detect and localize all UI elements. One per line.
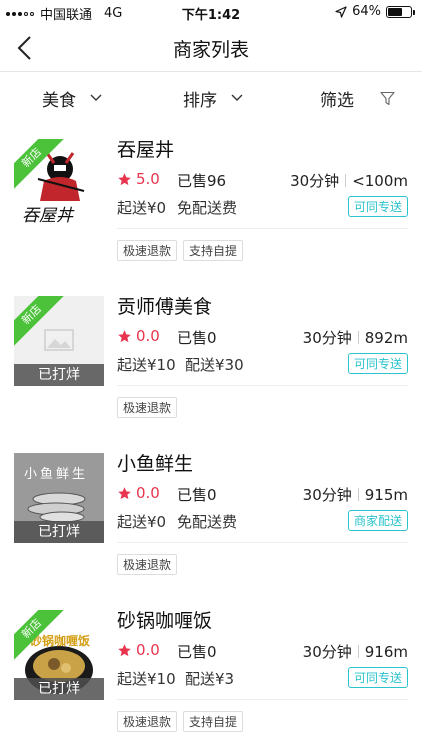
star-icon xyxy=(118,330,131,343)
shop-logo-text: 小鱼鲜生 xyxy=(24,467,89,482)
shop-card[interactable]: 新店 已打烊 贡师傅美食 0.0 已售0 30分钟 892m 起送¥10 配送¥… xyxy=(0,281,422,438)
closed-label: 已打烊 xyxy=(14,364,104,386)
closed-label: 已打烊 xyxy=(14,678,104,700)
divider xyxy=(357,488,359,501)
shop-distance: 916m xyxy=(364,642,408,661)
filter-sort-label: 排序 xyxy=(183,90,217,111)
min-order: 起送¥0 xyxy=(117,199,167,217)
shop-logo: 新店 已打烊 xyxy=(14,296,104,386)
filter-screen[interactable]: 筛选 xyxy=(320,72,395,124)
funnel-icon xyxy=(380,91,395,105)
delivery-time: 30分钟 xyxy=(302,486,352,504)
divider xyxy=(357,645,359,658)
shop-card[interactable]: 新店 吞屋丼 吞屋丼 5.0 已售96 30分钟 <100m 起送¥0 免配送费 xyxy=(0,124,422,281)
shop-rating: 0.0 xyxy=(136,641,160,659)
shop-logo: 砂锅咖喱饭 新店 已打烊 xyxy=(14,610,104,700)
shop-name: 砂锅咖喱饭 xyxy=(117,610,213,632)
shop-tag: 极速退款 xyxy=(117,240,178,261)
shop-rating: 5.0 xyxy=(136,170,160,188)
navigation-bar: 商家列表 xyxy=(0,24,422,72)
filter-bar: 美食 排序 筛选 xyxy=(0,72,422,124)
shop-logo: 新店 吞屋丼 xyxy=(14,139,104,229)
card-divider xyxy=(117,542,408,543)
shop-distance: 892m xyxy=(364,328,408,347)
filter-screen-label: 筛选 xyxy=(320,90,354,111)
battery-percent: 64% xyxy=(352,4,381,19)
divider xyxy=(357,331,359,344)
shop-logo: 小鱼鲜生 已打烊 xyxy=(14,453,104,543)
filter-category[interactable]: 美食 xyxy=(42,72,102,124)
star-icon xyxy=(118,487,131,500)
shop-name: 吞屋丼 xyxy=(117,139,175,161)
shop-tag: 极速退款 xyxy=(117,711,178,732)
battery-icon xyxy=(386,5,415,18)
star-icon xyxy=(118,644,131,657)
shop-name: 贡师傅美食 xyxy=(117,296,213,318)
shop-card[interactable]: 砂锅咖喱饭 新店 已打烊 砂锅咖喱饭 0.0 已售0 30分钟 916m 起送¥… xyxy=(0,595,422,750)
shop-sold-count: 已售0 xyxy=(177,486,217,504)
shop-distance: <100m xyxy=(352,171,408,190)
delivery-type-badge: 可同专送 xyxy=(347,196,408,217)
shop-logo-text: 吞屋丼 xyxy=(22,206,73,226)
shop-tag: 支持自提 xyxy=(183,240,244,261)
shop-sold-count: 已售0 xyxy=(177,643,217,661)
min-order: 起送¥0 xyxy=(117,513,167,531)
card-divider xyxy=(117,228,408,229)
delivery-time: 30分钟 xyxy=(290,172,340,190)
shop-rating: 0.0 xyxy=(136,327,160,345)
delivery-fee: 免配送费 xyxy=(177,513,238,531)
shop-list: 新店 吞屋丼 吞屋丼 5.0 已售96 30分钟 <100m 起送¥0 免配送费 xyxy=(0,124,422,750)
location-arrow-icon xyxy=(335,5,347,18)
min-order: 起送¥10 xyxy=(117,356,176,374)
shop-sold-count: 已售0 xyxy=(177,329,217,347)
card-divider xyxy=(117,699,408,700)
delivery-type-badge: 可同专送 xyxy=(347,353,408,374)
delivery-fee: 免配送费 xyxy=(177,199,238,217)
shop-card[interactable]: 小鱼鲜生 已打烊 小鱼鲜生 0.0 已售0 30分钟 915m 起送¥0 免配送… xyxy=(0,438,422,595)
page-title: 商家列表 xyxy=(172,39,249,61)
delivery-time: 30分钟 xyxy=(302,643,352,661)
shop-tag: 支持自提 xyxy=(183,711,244,732)
delivery-fee: 配送¥30 xyxy=(185,356,244,374)
card-divider xyxy=(117,385,408,386)
shop-tag: 极速退款 xyxy=(117,554,178,575)
shop-sold-count: 已售96 xyxy=(177,172,227,190)
star-icon xyxy=(118,173,131,186)
shop-rating: 0.0 xyxy=(136,484,160,502)
closed-label: 已打烊 xyxy=(14,521,104,543)
delivery-fee: 配送¥3 xyxy=(185,670,235,688)
divider xyxy=(345,174,347,187)
delivery-time: 30分钟 xyxy=(302,329,352,347)
chevron-down-icon xyxy=(90,94,102,101)
chevron-down-icon xyxy=(231,94,243,101)
filter-category-label: 美食 xyxy=(42,90,76,111)
min-order: 起送¥10 xyxy=(117,670,176,688)
delivery-type-badge: 可同专送 xyxy=(347,667,408,688)
status-bar: 中国联通 4G 下午1:42 64% xyxy=(0,0,422,24)
filter-sort[interactable]: 排序 xyxy=(183,72,243,124)
delivery-type-badge: 商家配送 xyxy=(347,510,408,531)
shop-name: 小鱼鲜生 xyxy=(117,453,194,475)
shop-distance: 915m xyxy=(364,485,408,504)
shop-tag: 极速退款 xyxy=(117,397,178,418)
